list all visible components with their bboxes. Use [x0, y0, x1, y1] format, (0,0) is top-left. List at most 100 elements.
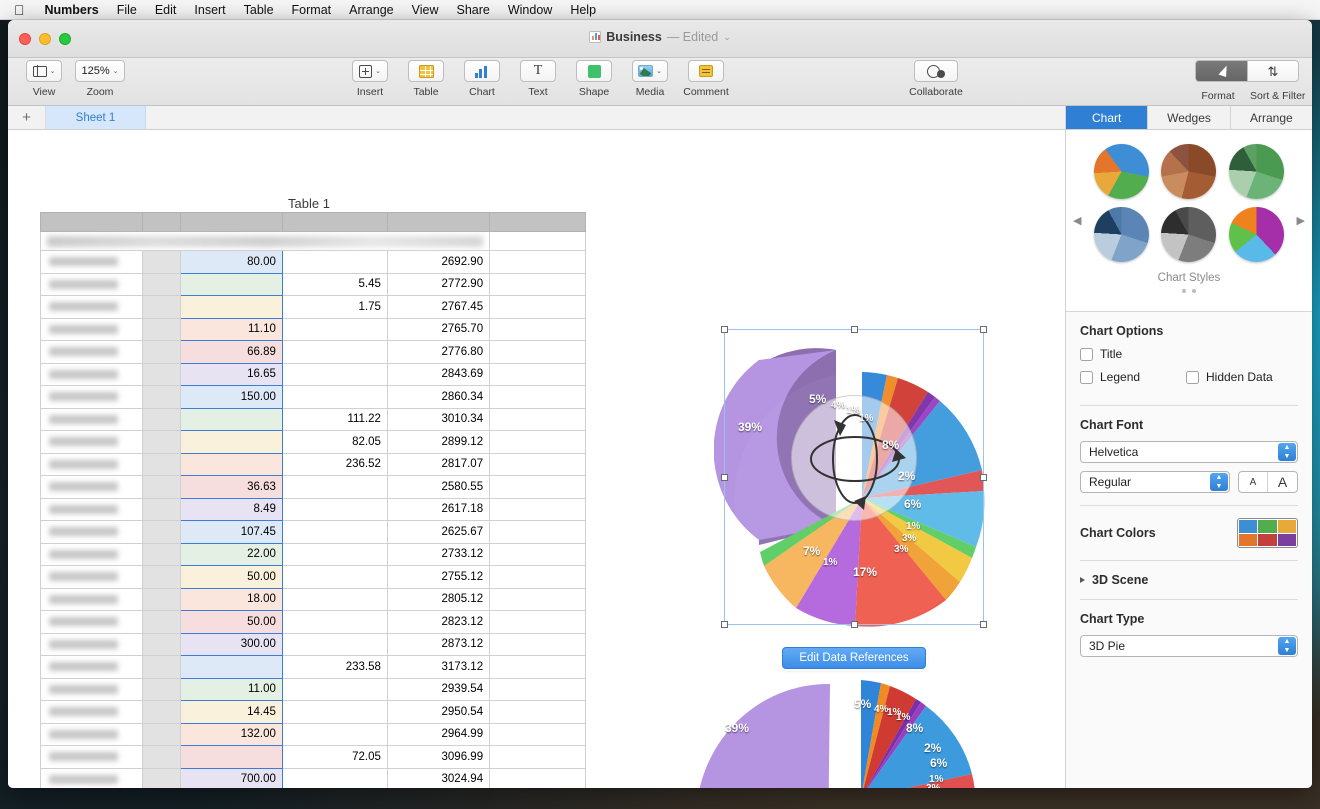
- row-cell-mid[interactable]: [282, 588, 387, 611]
- row-cell-value[interactable]: 66.89: [181, 341, 282, 364]
- row-cell-mid[interactable]: 111.22: [282, 408, 387, 431]
- row-cell-last[interactable]: [490, 453, 586, 476]
- font-family-stepper-icon[interactable]: ▲▼: [1278, 443, 1296, 461]
- row-cell-last[interactable]: [490, 723, 586, 746]
- row-cell-total[interactable]: 2805.12: [387, 588, 489, 611]
- row-cell-value[interactable]: [181, 273, 282, 296]
- document-menu-chevron-down-icon[interactable]: ⌄: [723, 32, 731, 43]
- row-cell-b[interactable]: [142, 746, 181, 769]
- collaborate-tool[interactable]: Collaborate: [904, 60, 968, 98]
- row-cell-total[interactable]: 2767.45: [387, 296, 489, 319]
- resize-handle-tl[interactable]: [721, 326, 728, 333]
- row-cell-last[interactable]: [490, 588, 586, 611]
- row-cell-last[interactable]: [490, 611, 586, 634]
- row-cell-mid[interactable]: [282, 611, 387, 634]
- row-cell-b[interactable]: [142, 656, 181, 679]
- chart-style-3[interactable]: [1229, 144, 1284, 199]
- row-cell-mid[interactable]: [282, 521, 387, 544]
- row-cell-mid[interactable]: 1.75: [282, 296, 387, 319]
- row-cell-mid[interactable]: [282, 768, 387, 788]
- row-cell-total[interactable]: 3173.12: [387, 656, 489, 679]
- row-cell-total[interactable]: 3010.34: [387, 408, 489, 431]
- row-cell-total[interactable]: 2950.54: [387, 701, 489, 724]
- row-cell-last[interactable]: [490, 341, 586, 364]
- row-cell-value[interactable]: 107.45: [181, 521, 282, 544]
- row-cell-last[interactable]: [490, 498, 586, 521]
- row-cell-value[interactable]: 16.65: [181, 363, 282, 386]
- comment-tool[interactable]: Comment: [680, 60, 732, 98]
- table-row[interactable]: 72.053096.99: [41, 746, 586, 769]
- apple-menu-icon[interactable]: : [8, 3, 36, 17]
- row-cell-b[interactable]: [142, 611, 181, 634]
- row-cell-total[interactable]: 2580.55: [387, 476, 489, 499]
- table-row[interactable]: 111.223010.34: [41, 408, 586, 431]
- chart-tool[interactable]: Chart: [456, 60, 508, 98]
- row-cell-mid[interactable]: [282, 386, 387, 409]
- row-cell-last[interactable]: [490, 701, 586, 724]
- row-cell-b[interactable]: [142, 768, 181, 788]
- row-cell-total[interactable]: 2823.12: [387, 611, 489, 634]
- row-cell-total[interactable]: 2939.54: [387, 678, 489, 701]
- chart-color-swatch-6[interactable]: [1278, 534, 1296, 547]
- chart-style-6[interactable]: [1229, 207, 1284, 262]
- row-cell-last[interactable]: [490, 386, 586, 409]
- table-row[interactable]: 18.002805.12: [41, 588, 586, 611]
- row-cell-mid[interactable]: 236.52: [282, 453, 387, 476]
- row-cell-last[interactable]: [490, 408, 586, 431]
- row-cell-value[interactable]: [181, 746, 282, 769]
- chart-type-stepper-icon[interactable]: ▲▼: [1278, 637, 1296, 655]
- menu-item-numbers[interactable]: Numbers: [36, 3, 108, 17]
- sheet-tab-sheet-1[interactable]: Sheet 1: [46, 106, 146, 129]
- row-cell-b[interactable]: [142, 543, 181, 566]
- table-row[interactable]: 22.002733.12: [41, 543, 586, 566]
- font-weight-stepper-icon[interactable]: ▲▼: [1210, 473, 1228, 491]
- table-row[interactable]: 50.00 2823.12: [41, 611, 586, 634]
- row-cell-total[interactable]: 2692.90: [387, 251, 489, 274]
- row-cell-b[interactable]: [142, 521, 181, 544]
- table-row[interactable]: 14.452950.54: [41, 701, 586, 724]
- chart-color-swatch-2[interactable]: [1258, 520, 1276, 533]
- table-row[interactable]: 5.452772.90: [41, 273, 586, 296]
- chart-color-swatch-1[interactable]: [1239, 520, 1257, 533]
- resize-handle-bl[interactable]: [721, 621, 728, 628]
- row-cell-mid[interactable]: [282, 251, 387, 274]
- shape-tool[interactable]: Shape: [568, 60, 620, 98]
- table-row[interactable]: 700.003024.94: [41, 768, 586, 788]
- row-cell-b[interactable]: [142, 498, 181, 521]
- decrease-font-size-button[interactable]: A: [1239, 472, 1268, 492]
- row-cell-b[interactable]: [142, 678, 181, 701]
- row-cell-total[interactable]: 3024.94: [387, 768, 489, 788]
- resize-handle-tr[interactable]: [980, 326, 987, 333]
- row-cell-b[interactable]: [142, 588, 181, 611]
- rendered-3d-pie-chart[interactable]: [668, 670, 1018, 788]
- scene-3d-section[interactable]: 3D Scene: [1066, 561, 1312, 599]
- row-cell-b[interactable]: [142, 566, 181, 589]
- row-cell-total[interactable]: 2843.69: [387, 363, 489, 386]
- resize-handle-ml[interactable]: [721, 474, 728, 481]
- row-cell-value[interactable]: [181, 453, 282, 476]
- row-cell-mid[interactable]: [282, 341, 387, 364]
- row-cell-b[interactable]: [142, 251, 181, 274]
- row-cell-b[interactable]: [142, 476, 181, 499]
- row-cell-b[interactable]: [142, 363, 181, 386]
- row-cell-mid[interactable]: [282, 318, 387, 341]
- row-cell-total[interactable]: 2772.90: [387, 273, 489, 296]
- row-cell-b[interactable]: [142, 723, 181, 746]
- row-cell-b[interactable]: [142, 701, 181, 724]
- menu-item-insert[interactable]: Insert: [185, 3, 234, 17]
- row-cell-last[interactable]: [490, 566, 586, 589]
- row-cell-value[interactable]: 80.00: [181, 251, 282, 274]
- row-cell-value[interactable]: 50.00: [181, 611, 282, 634]
- header-cell-empty[interactable]: [490, 232, 586, 251]
- row-cell-total[interactable]: 2873.12: [387, 633, 489, 656]
- chart-color-swatch-5[interactable]: [1258, 534, 1276, 547]
- row-cell-mid[interactable]: [282, 633, 387, 656]
- row-cell-b[interactable]: [142, 273, 181, 296]
- row-cell-last[interactable]: [490, 746, 586, 769]
- row-cell-value[interactable]: 11.10: [181, 318, 282, 341]
- row-cell-value[interactable]: 22.00: [181, 543, 282, 566]
- row-cell-b[interactable]: [142, 408, 181, 431]
- row-cell-b[interactable]: [142, 386, 181, 409]
- table-row[interactable]: 50.002755.12: [41, 566, 586, 589]
- row-cell-mid[interactable]: [282, 701, 387, 724]
